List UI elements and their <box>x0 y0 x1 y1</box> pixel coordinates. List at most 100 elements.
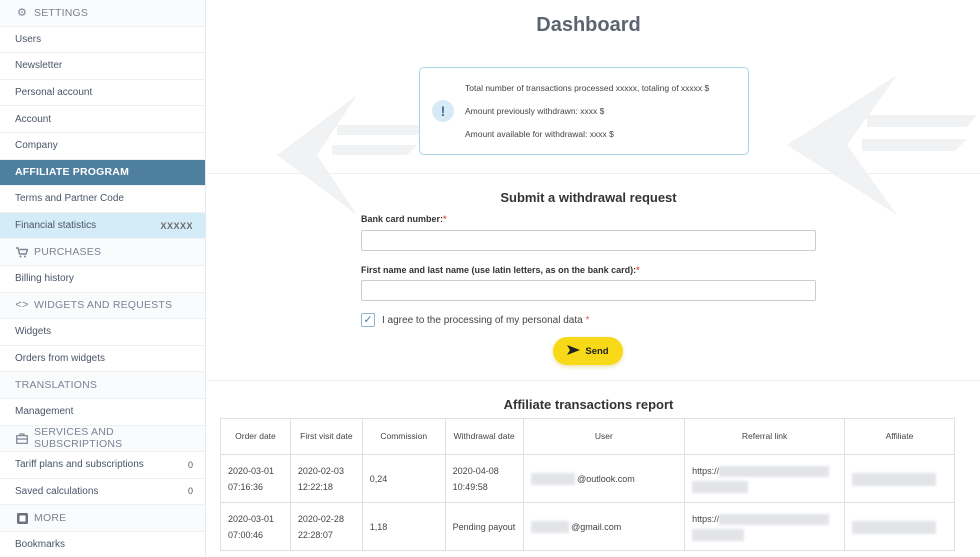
full-name-input[interactable] <box>361 280 816 301</box>
sidebar-item-label: Users <box>15 33 42 45</box>
sidebar-item-account[interactable]: Account <box>0 106 205 133</box>
sidebar-item-label: Financial statistics <box>15 220 97 232</box>
sidebar-item-label: Billing history <box>15 273 74 285</box>
section-affiliate-program: AFFILIATE PROGRAM <box>0 159 205 187</box>
previously-withdrawn-text: Amount previously withdrawn: xxxx $ <box>465 106 605 116</box>
sidebar-item-management[interactable]: Management <box>0 399 205 426</box>
order-date-cell: 2020-03-01 07:16:36 <box>220 454 291 503</box>
column-header[interactable]: First visit date <box>289 418 363 455</box>
count-badge: 0 <box>187 459 193 470</box>
sidebar-item-label: Widgets <box>15 326 52 338</box>
gear-icon: ⚙ <box>16 7 28 20</box>
section-translations-label: TRANSLATIONS <box>15 379 98 392</box>
redacted-email <box>530 473 575 486</box>
send-button-label: Send <box>585 345 609 357</box>
bank-card-input[interactable] <box>361 230 816 251</box>
section-translations: TRANSLATIONS <box>0 372 205 399</box>
section-purchases: PURCHASES <box>0 239 205 266</box>
column-header[interactable]: Affiliate <box>844 418 955 455</box>
full-name-label: First name and last name (use latin lett… <box>361 265 640 275</box>
count-badge: 0 <box>187 486 193 497</box>
first-visit-cell: 2020-02-03 12:22:18 <box>289 454 363 503</box>
column-header[interactable]: Referral link <box>684 418 845 455</box>
consent-label: I agree to the processing of my personal… <box>382 315 589 326</box>
commission-cell: 0,24 <box>361 454 446 503</box>
required-mark: * <box>443 214 447 224</box>
sidebar-item-users[interactable]: Users <box>0 27 205 54</box>
withdrawal-date-cell: 2020-04-08 10:49:58 <box>444 454 524 503</box>
section-more-label: MORE <box>34 512 67 525</box>
sidebar-item-terms[interactable]: Terms and Partner Code <box>0 186 205 213</box>
section-settings-label: SETTINGS <box>34 6 89 19</box>
page-title: Dashboard <box>536 14 641 36</box>
total-transactions-text: Total number of transactions processed x… <box>465 83 710 93</box>
send-button[interactable]: Send <box>553 337 623 365</box>
transactions-table: Order date First visit date Commission W… <box>220 418 955 551</box>
redacted-email <box>530 521 569 534</box>
column-header[interactable]: User <box>522 418 686 455</box>
affiliate-cell <box>844 454 955 503</box>
sidebar-item-label: Tariff plans and subscriptions <box>15 459 144 471</box>
sidebar-item-billing-history[interactable]: Billing history <box>0 266 205 293</box>
section-affiliate-label: AFFILIATE PROGRAM <box>15 166 130 179</box>
sidebar-item-label: Saved calculations <box>15 485 99 497</box>
sidebar-item-tariff-plans[interactable]: Tariff plans and subscriptions 0 <box>0 452 205 479</box>
sidebar-item-financial-statistics[interactable]: Financial statistics XXXXX <box>0 212 205 240</box>
briefcase-icon <box>15 433 29 444</box>
column-header[interactable]: Commission <box>361 418 446 455</box>
cart-icon <box>15 246 29 258</box>
redacted-link <box>692 529 745 542</box>
consent-checkbox[interactable]: ✓ <box>361 313 375 327</box>
sidebar-item-orders-from-widgets[interactable]: Orders from widgets <box>0 346 205 373</box>
info-icon: ! <box>432 100 454 122</box>
referral-link-prefix[interactable]: https:// <box>692 466 719 476</box>
more-icon <box>15 512 29 524</box>
column-header[interactable]: Withdrawal date <box>444 418 524 455</box>
sidebar-item-company[interactable]: Company <box>0 133 205 160</box>
sidebar-item-bookmarks[interactable]: Bookmarks <box>0 532 205 557</box>
user-cell: @gmail.com <box>522 502 686 551</box>
sidebar-item-label: Personal account <box>15 87 93 99</box>
section-widgets-label: WIDGETS AND REQUESTS <box>34 299 173 312</box>
send-arrow-icon <box>567 344 581 358</box>
sidebar-item-label: Newsletter <box>15 60 63 72</box>
table-row: 2020-03-01 07:16:36 2020-02-03 12:22:18 … <box>220 454 955 503</box>
required-mark: * <box>585 315 590 326</box>
sidebar-item-personal-account[interactable]: Personal account <box>0 80 205 107</box>
divider <box>207 380 980 381</box>
section-services: SERVICES AND SUBSCRIPTIONS <box>0 425 205 453</box>
sidebar-item-label: Account <box>15 113 52 125</box>
consent-label-text: I agree to the processing of my personal… <box>382 315 583 326</box>
referral-link-cell: https:// <box>684 454 845 503</box>
section-services-label: SERVICES AND SUBSCRIPTIONS <box>33 426 123 451</box>
withdrawal-form-title: Submit a withdrawal request <box>500 190 677 205</box>
bank-card-label: Bank card number:* <box>361 214 447 224</box>
user-email-suffix: @outlook.com <box>577 473 635 484</box>
sidebar-item-label: Terms and Partner Code <box>15 193 124 205</box>
sidebar-item-label: Orders from widgets <box>15 353 106 365</box>
code-icon: <> <box>15 299 29 312</box>
order-date-cell: 2020-03-01 07:00:46 <box>220 502 291 551</box>
report-title: Affiliate transactions report <box>503 397 674 412</box>
sidebar: ⚙ SETTINGS Users Newsletter Personal acc… <box>0 0 206 557</box>
affiliate-cell <box>844 502 955 551</box>
section-widgets: <> WIDGETS AND REQUESTS <box>0 292 205 320</box>
sidebar-item-widgets[interactable]: Widgets <box>0 319 205 346</box>
full-name-label-text: First name and last name (use latin lett… <box>361 265 637 275</box>
user-cell: @outlook.com <box>522 454 686 503</box>
account-summary-box: ! Total number of transactions processed… <box>419 67 749 155</box>
sidebar-item-newsletter[interactable]: Newsletter <box>0 53 205 80</box>
column-header[interactable]: Order date <box>220 418 291 455</box>
sidebar-item-saved-calculations[interactable]: Saved calculations 0 <box>0 479 205 506</box>
main-content: Dashboard ! Total number of transactions… <box>207 0 980 557</box>
redacted-affiliate <box>852 472 936 486</box>
first-visit-cell: 2020-02-28 22:28:07 <box>289 502 363 551</box>
sidebar-item-label: Management <box>15 406 74 418</box>
commission-cell: 1,18 <box>361 502 446 551</box>
sidebar-item-label: Bookmarks <box>15 539 66 551</box>
redacted-link <box>719 513 830 525</box>
referral-link-prefix[interactable]: https:// <box>692 514 719 524</box>
redacted-affiliate <box>852 520 936 534</box>
available-withdrawal-text: Amount available for withdrawal: xxxx $ <box>465 129 614 139</box>
section-purchases-label: PURCHASES <box>34 246 102 259</box>
